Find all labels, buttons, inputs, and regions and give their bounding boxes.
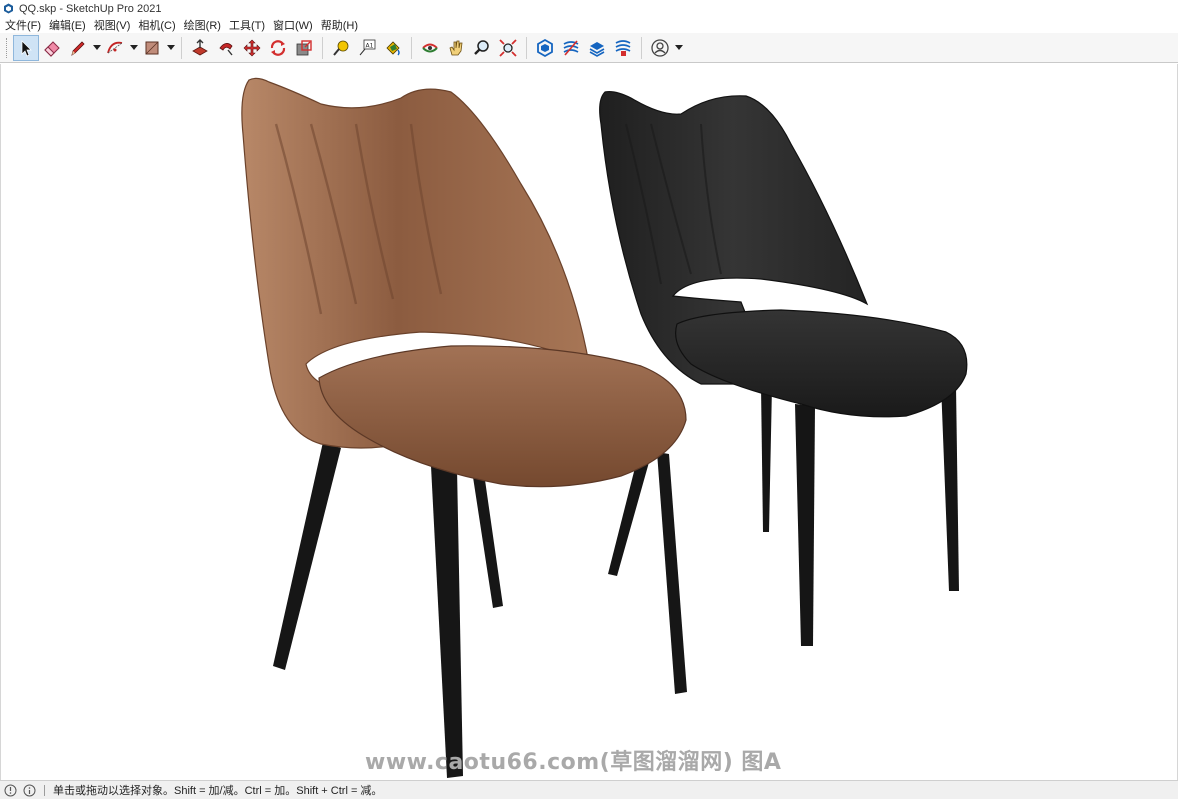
follow-me-tool-button[interactable] (213, 35, 239, 61)
user-avatar-icon (651, 38, 669, 57)
text-tool-button[interactable]: A1 (354, 35, 380, 61)
svg-text:A1: A1 (366, 42, 374, 49)
menu-bar: 文件(F) 编辑(E) 视图(V) 相机(C) 绘图(R) 工具(T) 窗口(W… (0, 17, 1178, 33)
menu-draw[interactable]: 绘图(R) (184, 17, 221, 33)
arrow-cursor-icon (21, 39, 32, 56)
toolbar-separator (641, 36, 642, 59)
magnifier-icon (474, 39, 489, 55)
menu-edit[interactable]: 编辑(E) (49, 17, 86, 33)
menu-file[interactable]: 文件(F) (5, 17, 41, 33)
scale-tool-button[interactable] (291, 35, 317, 61)
arc-icon (107, 41, 123, 53)
pan-tool-button[interactable] (443, 35, 469, 61)
toolbar-separator (181, 36, 182, 59)
menu-window[interactable]: 窗口(W) (273, 17, 313, 33)
warehouse-icon (537, 38, 553, 57)
orbit-icon (422, 43, 438, 52)
brown-chair-seat (318, 345, 687, 488)
status-bar: 单击或拖动以选择对象。Shift = 加/减。Ctrl = 加。Shift + … (0, 780, 1178, 799)
arc-tool-button[interactable] (102, 35, 128, 61)
arc-tool-dropdown[interactable] (128, 35, 139, 61)
black-chair-seat (675, 309, 968, 418)
rotate-tool-button[interactable] (265, 35, 291, 61)
tape-measure-tool-button[interactable] (328, 35, 354, 61)
text-label-icon: A1 (359, 39, 376, 55)
watermark-text: www.caotu66.com(草图溜溜网) 图A (365, 750, 782, 775)
info-icon[interactable] (23, 784, 36, 797)
geo-location-icon[interactable] (4, 784, 17, 797)
extension-warehouse-button[interactable] (558, 35, 584, 61)
window-title: QQ.skp - SketchUp Pro 2021 (19, 2, 162, 15)
menu-tools[interactable]: 工具(T) (229, 17, 265, 33)
rotate-icon (270, 39, 286, 56)
select-tool-button[interactable] (13, 34, 39, 61)
main-toolbar: A1 (0, 33, 1178, 63)
sketchup-logo-icon (4, 3, 13, 14)
extension-manager-icon (615, 39, 631, 56)
toolbar-separator (322, 36, 323, 59)
menu-help[interactable]: 帮助(H) (321, 17, 358, 33)
brown-chair-leg (471, 464, 503, 608)
black-chair[interactable] (599, 91, 968, 646)
chevron-down-icon (166, 45, 175, 50)
title-bar: QQ.skp - SketchUp Pro 2021 (0, 0, 1178, 17)
extension-icon (563, 39, 579, 56)
toolbar-separator (526, 36, 527, 59)
toolbar-grip[interactable] (6, 37, 9, 58)
eraser-icon (44, 40, 60, 57)
scale-icon (296, 39, 312, 55)
rectangle-icon (145, 41, 159, 54)
pencil-icon (71, 40, 85, 56)
chevron-down-icon (674, 45, 683, 50)
brown-chair-leg (657, 452, 687, 694)
zoom-extents-tool-button[interactable] (495, 35, 521, 61)
paint-bucket-icon (386, 40, 400, 55)
model-scene[interactable] (1, 64, 1177, 780)
hand-icon (449, 40, 463, 55)
brown-chair-leg (431, 466, 463, 778)
orbit-tool-button[interactable] (417, 35, 443, 61)
toolbar-separator (411, 36, 412, 59)
eraser-tool-button[interactable] (39, 35, 65, 61)
chevron-down-icon (92, 45, 101, 50)
account-button[interactable] (647, 35, 673, 61)
push-pull-tool-button[interactable] (187, 35, 213, 61)
brown-chair-leg (273, 442, 341, 670)
paint-bucket-tool-button[interactable] (380, 35, 406, 61)
push-pull-icon (192, 38, 208, 55)
follow-me-icon (219, 42, 233, 55)
menu-view[interactable]: 视图(V) (94, 17, 131, 33)
line-tool-button[interactable] (65, 35, 91, 61)
zoom-tool-button[interactable] (469, 35, 495, 61)
menu-camera[interactable]: 相机(C) (138, 17, 175, 33)
rectangle-tool-button[interactable] (139, 35, 165, 61)
move-arrows-icon (243, 39, 261, 56)
layout-icon (589, 41, 605, 57)
status-divider (44, 784, 45, 796)
3d-warehouse-button[interactable] (532, 35, 558, 61)
chevron-down-icon (129, 45, 138, 50)
black-chair-leg (941, 384, 959, 591)
model-viewport[interactable]: www.caotu66.com(草图溜溜网) 图A (0, 64, 1178, 780)
status-message: 单击或拖动以选择对象。Shift = 加/减。Ctrl = 加。Shift + … (53, 785, 383, 797)
zoom-extents-icon (499, 38, 517, 57)
black-chair-leg (761, 386, 772, 532)
account-dropdown[interactable] (673, 35, 684, 61)
line-tool-dropdown[interactable] (91, 35, 102, 61)
layout-send-button[interactable] (584, 35, 610, 61)
extension-manager-button[interactable] (610, 35, 636, 61)
move-tool-button[interactable] (239, 35, 265, 61)
tape-measure-icon (333, 40, 349, 56)
black-chair-leg (795, 404, 815, 646)
rectangle-tool-dropdown[interactable] (165, 35, 176, 61)
